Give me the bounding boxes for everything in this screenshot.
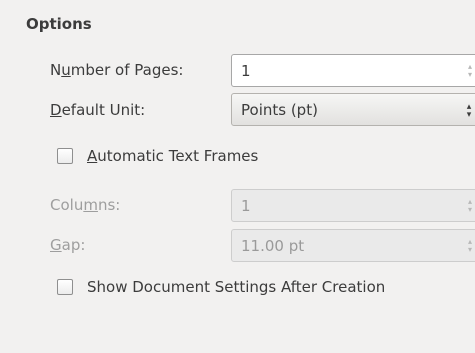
spin-arrows-icon[interactable]: ▴ ▾ bbox=[466, 63, 474, 79]
dropdown-arrows-icon: ▴ ▾ bbox=[466, 102, 472, 120]
number-of-pages-spinbox[interactable]: 1 ▴ ▾ bbox=[231, 54, 475, 87]
number-of-pages-value[interactable]: 1 bbox=[241, 61, 251, 81]
show-document-settings-label[interactable]: Show Document Settings After Creation bbox=[87, 277, 385, 297]
default-unit-label: Default Unit: bbox=[50, 101, 146, 119]
default-unit-value: Points (pt) bbox=[241, 101, 318, 119]
automatic-text-frames-checkbox[interactable] bbox=[57, 148, 73, 164]
default-unit-combobox[interactable]: Points (pt) ▴ ▾ bbox=[231, 93, 475, 126]
columns-value: 1 bbox=[241, 197, 251, 215]
automatic-text-frames-label[interactable]: Automatic Text Frames bbox=[87, 146, 258, 166]
spin-arrows-icon: ▴ ▾ bbox=[467, 237, 472, 254]
gap-value: 11.00 pt bbox=[241, 237, 305, 255]
options-title: Options bbox=[26, 15, 92, 33]
gap-label: Gap: bbox=[50, 236, 86, 254]
columns-label: Columns: bbox=[50, 196, 121, 214]
gap-spinbox: 11.00 pt ▴ ▾ bbox=[231, 229, 475, 262]
show-document-settings-checkbox[interactable] bbox=[57, 279, 73, 295]
spin-arrows-icon: ▴ ▾ bbox=[467, 197, 472, 214]
columns-spinbox: 1 ▴ ▾ bbox=[231, 189, 475, 222]
number-of-pages-label: Number of Pages: bbox=[50, 61, 184, 79]
